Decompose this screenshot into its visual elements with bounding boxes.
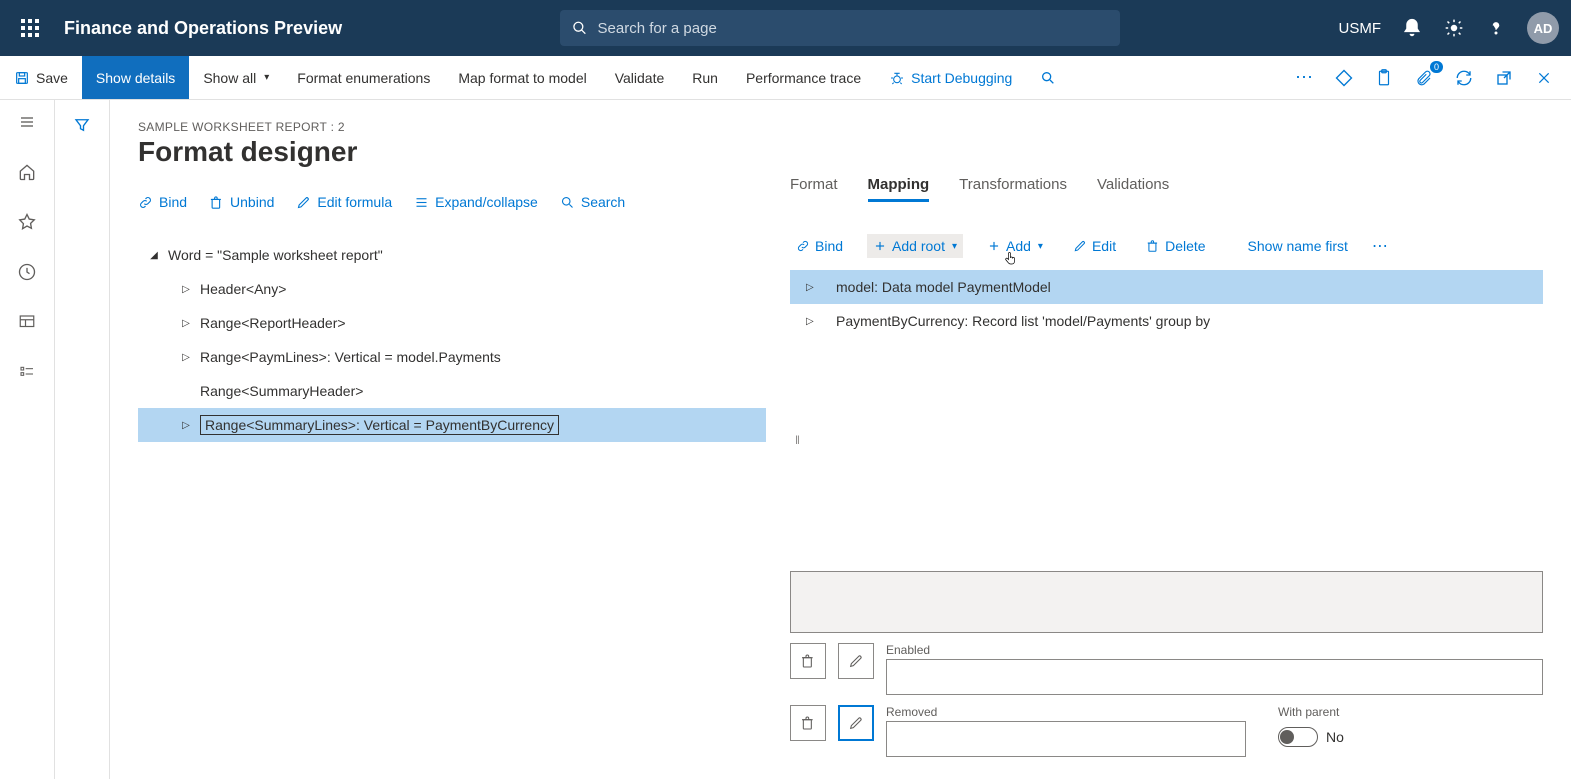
- mapping-node[interactable]: ▷PaymentByCurrency: Record list 'model/P…: [790, 304, 1543, 338]
- add-button[interactable]: Add▾: [981, 234, 1049, 258]
- save-button[interactable]: Save: [0, 56, 82, 99]
- search-action-button[interactable]: [1026, 56, 1070, 99]
- map-bind-button[interactable]: Bind: [790, 234, 849, 258]
- home-icon[interactable]: [15, 160, 39, 184]
- perf-trace-button[interactable]: Performance trace: [732, 56, 875, 99]
- with-parent-label: With parent: [1278, 705, 1339, 719]
- more-actions-icon[interactable]: ⋯: [1289, 63, 1319, 93]
- tree-node[interactable]: ▷Header<Any>: [138, 272, 766, 306]
- tab-format[interactable]: Format: [790, 176, 838, 202]
- delete-button[interactable]: Delete: [1140, 234, 1211, 258]
- delete-removed-button[interactable]: [790, 705, 826, 741]
- page-title: Format designer: [138, 136, 766, 168]
- user-avatar[interactable]: AD: [1527, 12, 1559, 44]
- enabled-input[interactable]: [886, 659, 1543, 695]
- tree-node[interactable]: ▷Range<PaymLines>: Vertical = model.Paym…: [138, 340, 766, 374]
- mapping-node-selected[interactable]: ▷model: Data model PaymentModel: [790, 270, 1543, 304]
- tab-mapping[interactable]: Mapping: [868, 176, 930, 202]
- clock-icon[interactable]: [15, 260, 39, 284]
- app-header: Finance and Operations Preview USMF AD: [0, 0, 1571, 56]
- tab-validations[interactable]: Validations: [1097, 176, 1169, 202]
- save-label: Save: [36, 70, 68, 86]
- show-name-first-button[interactable]: Show name first: [1242, 234, 1354, 258]
- add-root-button[interactable]: Add root▾: [867, 234, 963, 258]
- run-button[interactable]: Run: [678, 56, 732, 99]
- bind-button[interactable]: Bind: [138, 194, 187, 210]
- caret-right-icon[interactable]: ▷: [178, 420, 194, 431]
- star-icon[interactable]: [15, 210, 39, 234]
- caret-right-icon[interactable]: ▷: [178, 318, 194, 329]
- diamond-icon[interactable]: [1329, 63, 1359, 93]
- tree-node[interactable]: ◢Word = "Sample worksheet report": [138, 238, 766, 272]
- attachments-badge: 0: [1430, 61, 1443, 73]
- clipboard-icon[interactable]: [1369, 63, 1399, 93]
- gear-icon[interactable]: [1443, 17, 1465, 39]
- tree-node[interactable]: Range<SummaryHeader>: [138, 374, 766, 408]
- filter-column: [55, 100, 110, 779]
- chevron-down-icon: ▾: [1038, 241, 1043, 252]
- caret-right-icon[interactable]: ▷: [806, 282, 820, 293]
- map-format-button[interactable]: Map format to model: [444, 56, 600, 99]
- with-parent-toggle[interactable]: [1278, 727, 1318, 747]
- tree-node-selected[interactable]: ▷Range<SummaryLines>: Vertical = Payment…: [138, 408, 766, 442]
- bell-icon[interactable]: [1401, 17, 1423, 39]
- map-more-icon[interactable]: ⋯: [1372, 236, 1388, 256]
- edit-formula-icon-button[interactable]: [838, 643, 874, 679]
- formula-textarea[interactable]: [790, 571, 1543, 633]
- format-enum-button[interactable]: Format enumerations: [283, 56, 444, 99]
- breadcrumb: SAMPLE WORKSHEET REPORT : 2: [138, 120, 766, 134]
- caret-right-icon[interactable]: ▷: [806, 316, 820, 327]
- nav-rail: [0, 100, 55, 779]
- left-pane: SAMPLE WORKSHEET REPORT : 2 Format desig…: [110, 100, 790, 779]
- action-bar: Save Show details Show all▾ Format enume…: [0, 56, 1571, 100]
- format-tree: ◢Word = "Sample worksheet report" ▷Heade…: [138, 238, 766, 442]
- caret-right-icon[interactable]: ▷: [178, 352, 194, 363]
- close-icon[interactable]: [1529, 63, 1559, 93]
- edit-formula-button[interactable]: Edit formula: [296, 194, 392, 210]
- with-parent-value: No: [1326, 729, 1344, 745]
- workspace-icon[interactable]: [15, 310, 39, 334]
- search-input[interactable]: [598, 20, 1109, 37]
- modules-icon[interactable]: [15, 360, 39, 384]
- hamburger-icon[interactable]: [15, 110, 39, 134]
- show-details-button[interactable]: Show details: [82, 56, 189, 99]
- delete-formula-button[interactable]: [790, 643, 826, 679]
- company-label[interactable]: USMF: [1339, 20, 1382, 37]
- global-search[interactable]: [560, 10, 1120, 46]
- help-icon[interactable]: [1485, 17, 1507, 39]
- right-pane: Format Mapping Transformations Validatio…: [790, 100, 1571, 779]
- edit-button[interactable]: Edit: [1067, 234, 1122, 258]
- splitter-handle[interactable]: ‖: [795, 433, 800, 447]
- filter-icon[interactable]: [73, 116, 91, 779]
- caret-right-icon[interactable]: ▷: [178, 284, 194, 295]
- tree-node[interactable]: ▷Range<ReportHeader>: [138, 306, 766, 340]
- edit-removed-icon-button[interactable]: [838, 705, 874, 741]
- tree-search-button[interactable]: Search: [560, 194, 625, 210]
- refresh-icon[interactable]: [1449, 63, 1479, 93]
- caret-down-icon[interactable]: ◢: [146, 250, 162, 261]
- removed-label: Removed: [886, 705, 1246, 719]
- validate-button[interactable]: Validate: [601, 56, 679, 99]
- popout-icon[interactable]: [1489, 63, 1519, 93]
- expand-collapse-button[interactable]: Expand/collapse: [414, 194, 538, 210]
- enabled-label: Enabled: [886, 643, 1543, 657]
- mapping-tree: ▷model: Data model PaymentModel ▷Payment…: [790, 270, 1543, 338]
- app-title: Finance and Operations Preview: [64, 18, 342, 39]
- app-launcher-icon[interactable]: [12, 10, 48, 46]
- properties-panel: Enabled Removed With parent: [790, 571, 1543, 779]
- chevron-down-icon: ▾: [952, 241, 957, 252]
- attachments-icon[interactable]: 0: [1409, 63, 1439, 93]
- unbind-button[interactable]: Unbind: [209, 194, 274, 210]
- chevron-down-icon: ▾: [264, 72, 269, 83]
- tab-transformations[interactable]: Transformations: [959, 176, 1067, 202]
- removed-input[interactable]: [886, 721, 1246, 757]
- show-all-button[interactable]: Show all▾: [189, 56, 283, 99]
- start-debug-button[interactable]: Start Debugging: [875, 56, 1026, 99]
